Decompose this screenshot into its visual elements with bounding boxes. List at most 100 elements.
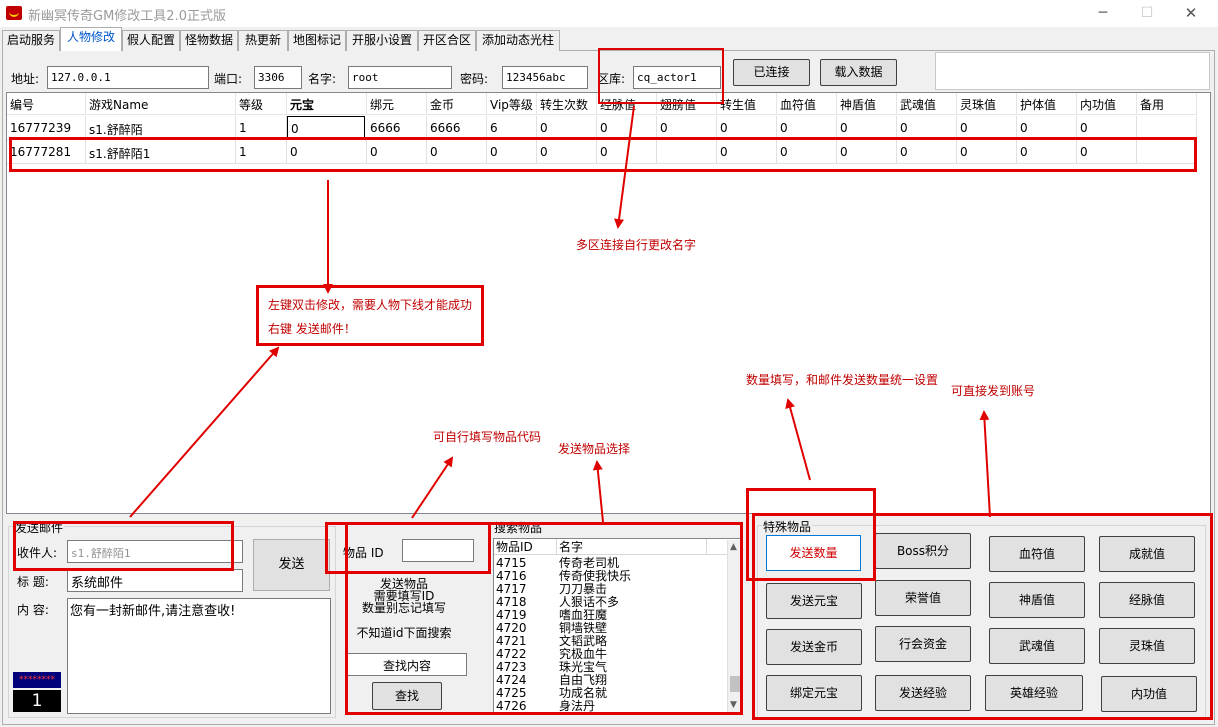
meridian-button[interactable]: 经脉值 xyxy=(1099,582,1195,618)
col-header[interactable]: 武魂值 xyxy=(897,93,957,115)
col-header[interactable]: 灵珠值 xyxy=(957,93,1017,115)
honor-button[interactable]: 荣誉值 xyxy=(875,580,971,616)
table-cell[interactable]: 0 xyxy=(1077,116,1137,140)
recipient-input[interactable]: s1.舒醉陌1 xyxy=(67,540,243,563)
list-item[interactable]: 4722 究极血牛 xyxy=(494,648,726,660)
col-header[interactable]: 经脉值 xyxy=(597,93,657,115)
table-cell[interactable]: 6 xyxy=(487,116,537,140)
tab-open-merge[interactable]: 开区合区 xyxy=(418,30,476,51)
col-header[interactable]: 备用 xyxy=(1137,93,1197,115)
table-cell[interactable]: 0 xyxy=(837,140,897,164)
col-header[interactable]: 翅膀值 xyxy=(657,93,717,115)
list-item[interactable]: 4717 刀刀暴击 xyxy=(494,583,726,595)
table-cell[interactable]: 0 xyxy=(427,140,487,164)
send-mail-button[interactable]: 发送 xyxy=(253,539,330,591)
hero-exp-button[interactable]: 英雄经验 xyxy=(985,675,1083,711)
table-cell[interactable]: 0 xyxy=(777,116,837,140)
close-icon[interactable]: ✕ xyxy=(1180,4,1202,22)
list-item[interactable]: 4720 铜墙铁壁 xyxy=(494,622,726,634)
divine-shield-button[interactable]: 神盾值 xyxy=(989,582,1085,618)
send-exp-button[interactable]: 发送经验 xyxy=(875,675,971,711)
col-header[interactable]: 转生值 xyxy=(717,93,777,115)
tab-monster-data[interactable]: 怪物数据 xyxy=(180,30,238,51)
table-cell[interactable]: 16777281 xyxy=(7,140,86,164)
list-item[interactable]: 4726 身法丹 xyxy=(494,700,726,712)
table-cell[interactable]: 0 xyxy=(897,116,957,140)
list-item[interactable]: 4725 功成名就 xyxy=(494,687,726,699)
table-cell[interactable] xyxy=(1137,140,1197,164)
minimize-icon[interactable]: ─ xyxy=(1092,4,1114,22)
table-cell[interactable]: 0 xyxy=(537,116,597,140)
table-cell[interactable]: 0 xyxy=(957,140,1017,164)
tab-map-marker[interactable]: 地图标记 xyxy=(288,30,346,51)
list-item[interactable]: 4724 自由飞翔 xyxy=(494,674,726,686)
db-input[interactable]: cq_actor1 xyxy=(633,66,721,89)
item-list-scrollbar[interactable]: ▲ ▼ xyxy=(727,540,741,712)
list-item[interactable]: 4721 文韬武略 xyxy=(494,635,726,647)
col-header[interactable]: Vip等级 xyxy=(487,93,537,115)
table-cell[interactable]: s1.舒醉陌 xyxy=(86,116,236,140)
item-list[interactable]: 物品ID 名字 4715 传奇老司机 4716 传奇使我快乐 4717 刀刀暴击 47… xyxy=(493,538,742,714)
table-cell[interactable]: 0 xyxy=(777,140,837,164)
table-row[interactable]: 16777239 s1.舒醉陌 1 0 6666 6666 6 0 0 0 0 … xyxy=(7,116,1210,140)
table-cell[interactable]: 6666 xyxy=(427,116,487,140)
table-cell[interactable] xyxy=(657,140,717,164)
col-header[interactable]: 金币 xyxy=(427,93,487,115)
martial-soul-button[interactable]: 武魂值 xyxy=(989,628,1085,664)
inner-power-button[interactable]: 内功值 xyxy=(1101,676,1197,712)
tab-bot-config[interactable]: 假人配置 xyxy=(122,30,180,51)
subject-input[interactable]: 系统邮件 xyxy=(67,569,243,592)
table-cell[interactable]: 0 xyxy=(717,116,777,140)
db-username-input[interactable]: root xyxy=(348,66,452,89)
port-input[interactable]: 3306 xyxy=(254,66,302,89)
guild-funds-button[interactable]: 行会资金 xyxy=(875,626,971,662)
table-cell[interactable]: 0 xyxy=(1017,116,1077,140)
table-cell[interactable]: 0 xyxy=(1017,140,1077,164)
table-cell[interactable]: 0 xyxy=(1077,140,1137,164)
spirit-bead-button[interactable]: 灵珠值 xyxy=(1099,628,1195,664)
bound-yuanbao-button[interactable]: 绑定元宝 xyxy=(766,675,862,711)
table-cell[interactable]: 0 xyxy=(597,140,657,164)
col-header[interactable]: 转生次数 xyxy=(537,93,597,115)
blood-talisman-button[interactable]: 血符值 xyxy=(989,536,1085,572)
send-gold-button[interactable]: 发送金币 xyxy=(766,629,862,665)
col-header[interactable]: 护体值 xyxy=(1017,93,1077,115)
col-header[interactable]: 游戏Name xyxy=(86,93,236,115)
table-cell[interactable]: 0 xyxy=(537,140,597,164)
list-item[interactable]: 4716 传奇使我快乐 xyxy=(494,570,726,582)
table-cell[interactable]: 16777239 xyxy=(7,116,86,140)
search-input[interactable]: 查找内容 xyxy=(347,653,467,676)
tab-hot-update[interactable]: 热更新 xyxy=(238,30,288,51)
table-cell[interactable]: 0 xyxy=(597,116,657,140)
table-cell[interactable]: 0 xyxy=(837,116,897,140)
table-cell[interactable]: 0 xyxy=(657,116,717,140)
col-header[interactable]: 元宝 xyxy=(287,93,367,115)
connect-button[interactable]: 已连接 xyxy=(733,59,810,86)
tab-character-edit[interactable]: 人物修改 xyxy=(60,27,122,51)
address-input[interactable]: 127.0.0.1 xyxy=(47,66,209,89)
table-cell[interactable]: 0 xyxy=(897,140,957,164)
search-button[interactable]: 查找 xyxy=(372,682,442,710)
table-cell[interactable]: 0 xyxy=(957,116,1017,140)
table-cell[interactable]: 0 xyxy=(287,140,367,164)
tab-start-service[interactable]: 启动服务 xyxy=(2,30,60,51)
load-data-button[interactable]: 载入数据 xyxy=(820,59,897,86)
table-cell-focused[interactable]: 0 xyxy=(287,116,365,140)
maximize-icon[interactable]: ☐ xyxy=(1136,4,1158,22)
content-textarea[interactable]: 您有一封新邮件,请注意查收! xyxy=(67,598,331,714)
scroll-up-icon[interactable]: ▲ xyxy=(730,542,737,552)
send-quantity-button[interactable]: 发送数量 xyxy=(766,535,861,571)
col-header[interactable]: 血符值 xyxy=(777,93,837,115)
col-header[interactable]: 绑元 xyxy=(367,93,427,115)
table-cell[interactable]: 0 xyxy=(367,140,427,164)
col-header[interactable]: 神盾值 xyxy=(837,93,897,115)
col-header[interactable]: 等级 xyxy=(236,93,287,115)
tab-add-light-pillar[interactable]: 添加动态光柱 xyxy=(476,30,560,51)
col-header[interactable]: 编号 xyxy=(7,93,86,115)
list-item[interactable]: 4719 嗜血狂魔 xyxy=(494,609,726,621)
table-cell[interactable]: 1 xyxy=(236,140,287,164)
col-header[interactable]: 名字 xyxy=(557,539,707,555)
table-cell[interactable]: 1 xyxy=(236,116,287,140)
col-header[interactable]: 物品ID xyxy=(494,539,557,555)
item-id-input[interactable] xyxy=(402,539,474,562)
